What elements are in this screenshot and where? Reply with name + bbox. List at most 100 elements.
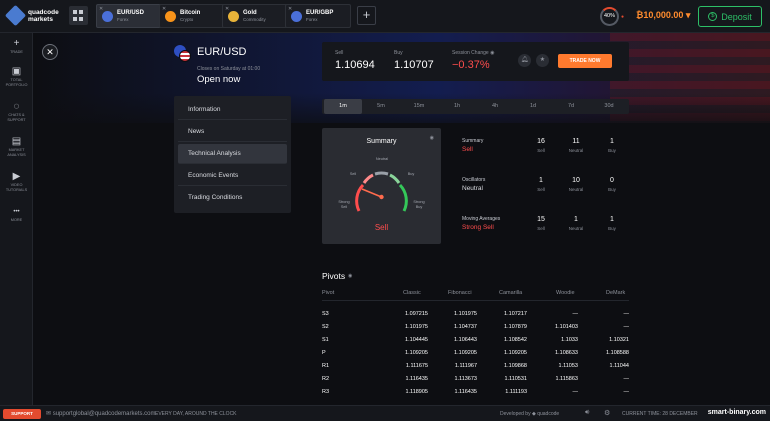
menu-item-news[interactable]: News — [178, 122, 287, 142]
summary-gauge: Summary ◉ Neutral Sell Buy Strong Sell S… — [322, 128, 441, 244]
pivots-header-classic: Classic — [403, 290, 421, 296]
balance-dropdown[interactable]: ₿10,000.00 ▾ — [636, 10, 690, 21]
sidebar-item-chats[interactable]: ◌ CHATS & SUPPORT — [0, 101, 33, 123]
more-icon: ••• — [13, 209, 20, 215]
logo-line1: quadcode — [28, 8, 59, 16]
pivot-row-name: R1 — [322, 363, 330, 369]
pivot-cell: — — [623, 376, 630, 382]
logo-icon — [4, 4, 27, 27]
info-icon[interactable]: ◉ — [348, 273, 352, 279]
buy-count: 1 — [610, 138, 614, 145]
pivot-cell: 1.10321 — [609, 337, 629, 343]
eurusd-flag-icon — [102, 10, 113, 22]
app-root: quadcode markets ✕ EUR/USD Forex ✕ Bitco… — [0, 0, 770, 421]
pivots-header-woodie: Woodie — [556, 290, 575, 296]
support-button[interactable]: SUPPORT — [3, 409, 41, 419]
timeframe-30d[interactable]: 30d — [590, 99, 628, 114]
pivot-cell: — — [623, 311, 630, 317]
buy-label: Buy — [394, 50, 403, 56]
grid-view-button[interactable] — [69, 6, 88, 25]
close-icon[interactable]: ✕ — [162, 6, 166, 12]
account-level-indicator[interactable]: 40% — [600, 7, 619, 26]
price-panel: Sell 1.10694 Buy 1.10707 Session Change … — [322, 42, 629, 81]
eurgbp-flag-icon — [291, 10, 302, 22]
close-icon: ✕ — [46, 47, 54, 57]
deposit-button[interactable]: $ Deposit — [698, 6, 762, 27]
asset-tab-name: Gold — [243, 9, 257, 16]
pivot-row-name: S3 — [322, 311, 329, 317]
sidebar-item-more[interactable]: ••• MORE — [0, 206, 33, 223]
grid-icon — [73, 10, 77, 14]
menu-item-economic-events[interactable]: Economic Events — [178, 166, 287, 186]
session-change-value: −0.37% — [452, 59, 490, 71]
add-tab-button[interactable]: + — [357, 6, 376, 25]
support-email[interactable]: ✉ supportglobal@quadcodemarkets.com — [46, 410, 156, 417]
gauge-needle — [361, 188, 382, 198]
neutral-count-label: Neutral — [568, 148, 584, 153]
info-icon: ◉ — [490, 50, 495, 56]
buy-count-label: Buy — [608, 148, 616, 153]
sidebar-item-label: TOTAL PORTFOLIO — [5, 78, 28, 87]
pivots-header-demark: DeMark — [606, 290, 626, 296]
timeframe-5m[interactable]: 5m — [362, 99, 400, 114]
chat-icon: ◌ — [13, 101, 20, 112]
favorite-button[interactable]: ★ — [536, 54, 549, 67]
gauge-result: Sell — [374, 223, 389, 232]
trade-now-button[interactable]: TRADE NOW — [558, 54, 612, 68]
asset-tab-eurgbp[interactable]: ✕ EUR/GBP Forex — [285, 4, 351, 28]
deposit-icon: $ — [708, 12, 718, 21]
buy-count-label: Buy — [608, 226, 616, 231]
portfolio-icon: ▣ — [11, 66, 22, 77]
plus-icon: + — [13, 38, 20, 49]
timeframe-selector: 1m 5m 15m 1h 4h 1d 7d 30d — [322, 99, 629, 114]
sidebar-item-video-tutorials[interactable]: ▶ VIDEO TUTORIALS — [0, 171, 33, 193]
volume-icon[interactable]: 🔊︎ — [585, 409, 589, 417]
menu-item-information[interactable]: Information — [178, 100, 287, 120]
pivot-cell: 1.108588 — [606, 350, 629, 356]
timeframe-1d[interactable]: 1d — [514, 99, 552, 114]
neutral-count-label: Neutral — [568, 187, 584, 192]
timeframe-15m[interactable]: 15m — [400, 99, 438, 114]
sell-count: 16 — [537, 138, 545, 145]
logo-line2: markets — [28, 15, 53, 23]
row-title: Moving Averages — [462, 216, 501, 222]
timeframe-4h[interactable]: 4h — [476, 99, 514, 114]
sidebar-item-label: MORE — [10, 218, 23, 222]
gauge-label-strong-buy: Strong Buy — [413, 200, 425, 209]
row-title: Summary — [462, 138, 484, 144]
sidebar: + TRADE ▣ TOTAL PORTFOLIO ◌ CHATS & SUPP… — [0, 33, 33, 405]
timeframe-7d[interactable]: 7d — [552, 99, 590, 114]
gold-icon — [228, 10, 239, 22]
bitcoin-icon — [165, 10, 176, 22]
asset-tab-gold[interactable]: ✕ Gold Commodity — [222, 4, 288, 28]
menu-item-technical-analysis[interactable]: Technical Analysis — [178, 144, 287, 164]
timeframe-1h[interactable]: 1h — [438, 99, 476, 114]
close-icon[interactable]: ✕ — [288, 6, 292, 12]
sidebar-item-label: TRADE — [10, 50, 23, 54]
sidebar-item-market-analysis[interactable]: ▤ MARKET ANALYSIS — [0, 136, 33, 158]
sidebar-item-label: MARKET ANALYSIS — [7, 148, 26, 157]
sell-count: 15 — [537, 216, 545, 223]
gauge-label-strong-sell: Strong Sell — [338, 200, 350, 209]
logo[interactable]: quadcode markets — [4, 4, 59, 27]
alert-button[interactable]: 🔔︎ — [518, 54, 531, 67]
close-panel-button[interactable]: ✕ — [42, 44, 58, 60]
instrument-name: EUR/USD — [197, 46, 247, 58]
buy-price: 1.10707 — [394, 59, 434, 71]
summary-row-oscillators: Oscillators Neutral 1 Sell 10 Neutral 0 … — [462, 173, 629, 207]
close-icon[interactable]: ✕ — [225, 6, 229, 12]
asset-tab-eurusd[interactable]: ✕ EUR/USD Forex — [96, 4, 162, 28]
sidebar-item-portfolio[interactable]: ▣ TOTAL PORTFOLIO — [0, 66, 33, 88]
menu-item-trading-conditions[interactable]: Trading Conditions — [178, 188, 287, 208]
close-icon[interactable]: ✕ — [99, 6, 103, 12]
asset-tab-name: EUR/GBP — [306, 9, 334, 16]
asset-tab-bitcoin[interactable]: ✕ Bitcoin Crypto — [159, 4, 225, 28]
current-time: CURRENT TIME: 28 DECEMBER — [622, 411, 698, 417]
settings-icon[interactable]: ⚙ — [604, 409, 610, 417]
sidebar-item-trade[interactable]: + TRADE — [0, 38, 33, 55]
sidebar-item-label: CHATS & SUPPORT — [7, 113, 26, 122]
footer: SUPPORT ✉ supportglobal@quadcodemarkets.… — [0, 405, 770, 421]
asset-tab-name: EUR/USD — [117, 9, 145, 16]
timeframe-1m[interactable]: 1m — [324, 99, 362, 114]
sell-count-label: Sell — [537, 187, 545, 192]
